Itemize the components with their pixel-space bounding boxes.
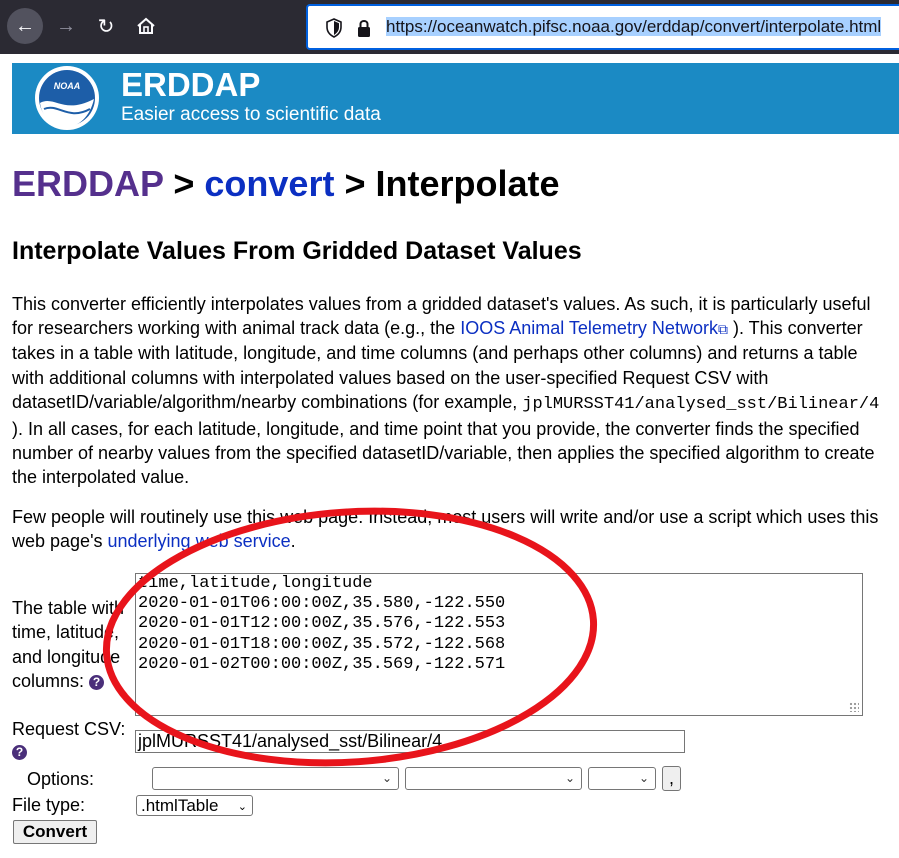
- arrow-left-icon: ←: [15, 14, 35, 37]
- usage-text: .: [290, 531, 296, 552]
- noaa-logo-text: NOAA: [54, 81, 81, 91]
- reload-button[interactable]: ↻: [88, 8, 124, 44]
- chevron-down-icon: ⌄: [638, 771, 649, 785]
- table-line: 2020-01-01T12:00:00Z,35.576,-122.553: [138, 614, 506, 634]
- page-heading: Interpolate Values From Gridded Dataset …: [12, 237, 582, 265]
- help-icon[interactable]: ?: [12, 745, 27, 760]
- dataset-select[interactable]: ⌄: [152, 767, 399, 790]
- table-line: 2020-01-01T18:00:00Z,35.572,-122.568: [138, 634, 506, 654]
- file-type-select[interactable]: .htmlTable ⌄: [136, 795, 253, 816]
- usage-paragraph: Few people will routinely use this web p…: [12, 505, 892, 553]
- help-icon[interactable]: ?: [89, 674, 105, 690]
- algorithm-select[interactable]: ⌄: [588, 767, 656, 790]
- request-csv-label: Request CSV:: [12, 719, 126, 739]
- chevron-down-icon: ⌄: [237, 801, 247, 813]
- browser-toolbar: ← → ↻ https://oceanwatch.pifsc.noaa.gov/…: [0, 0, 899, 54]
- table-label: The table with time, latitude, and longi…: [12, 596, 134, 693]
- resize-grip-icon[interactable]: [849, 702, 859, 712]
- back-button[interactable]: ←: [7, 8, 43, 44]
- address-bar[interactable]: https://oceanwatch.pifsc.noaa.gov/erddap…: [306, 4, 899, 50]
- home-icon: [137, 17, 155, 34]
- breadcrumb-current: Interpolate: [375, 163, 560, 204]
- add-comma-button[interactable]: ,: [662, 766, 681, 791]
- table-line: 2020-01-01T06:00:00Z,35.580,-122.550: [138, 594, 506, 614]
- table-textarea[interactable]: time,latitude,longitude 2020-01-01T06:00…: [135, 573, 863, 716]
- arrow-right-icon: →: [56, 14, 76, 37]
- banner-subtitle: Easier access to scientific data: [121, 104, 381, 125]
- home-button[interactable]: [128, 8, 164, 44]
- chevron-down-icon: ⌄: [564, 771, 575, 785]
- external-link-icon: ⧉: [717, 321, 728, 338]
- options-label: Options:: [27, 769, 95, 789]
- breadcrumb: ERDDAP > convert > Interpolate: [12, 163, 560, 205]
- convert-button[interactable]: Convert: [13, 820, 97, 844]
- table-label-text: The table with time, latitude, and longi…: [12, 598, 125, 691]
- breadcrumb-convert-link[interactable]: convert: [204, 163, 334, 204]
- table-line: time,latitude,longitude: [138, 574, 373, 593]
- noaa-logo[interactable]: NOAA: [34, 65, 100, 131]
- lock-icon[interactable]: [356, 18, 372, 38]
- table-line: 2020-01-02T00:00:00Z,35.569,-122.571: [138, 654, 506, 674]
- url-text[interactable]: https://oceanwatch.pifsc.noaa.gov/erddap…: [386, 17, 882, 37]
- reload-icon: ↻: [97, 15, 115, 38]
- shield-icon[interactable]: [326, 18, 342, 38]
- intro-text: ). In all cases, for each latitude, long…: [12, 419, 875, 488]
- ioos-atn-link[interactable]: IOOS Animal Telemetry Network: [460, 318, 718, 338]
- breadcrumb-separator: >: [334, 163, 376, 204]
- chevron-down-icon: ⌄: [381, 771, 392, 785]
- breadcrumb-separator: >: [163, 163, 205, 204]
- banner-title: ERDDAP: [121, 66, 261, 103]
- file-type-label: File type:: [12, 795, 86, 815]
- site-banner: NOAA ERDDAP Easier access to scientific …: [12, 63, 899, 134]
- intro-paragraph: This converter efficiently interpolates …: [12, 292, 892, 490]
- forward-button[interactable]: →: [48, 8, 84, 44]
- breadcrumb-erddap-link[interactable]: ERDDAP: [12, 163, 163, 204]
- example-code: jplMURSST41/analysed_sst/Bilinear/4: [522, 394, 880, 414]
- variable-select[interactable]: ⌄: [405, 767, 582, 790]
- web-service-link[interactable]: underlying web service: [108, 531, 291, 551]
- file-type-value: .htmlTable: [141, 796, 219, 815]
- request-csv-input[interactable]: jplMURSST41/analysed_sst/Bilinear/4: [135, 730, 685, 753]
